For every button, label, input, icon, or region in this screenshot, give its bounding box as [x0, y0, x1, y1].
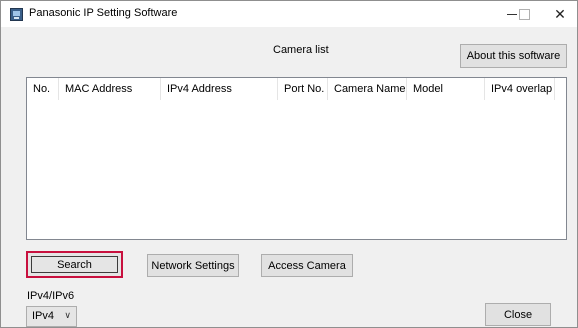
- column-header-ipv4-overlap[interactable]: IPv4 overlap: [485, 78, 555, 100]
- column-header-port-no[interactable]: Port No.: [278, 78, 328, 100]
- camera-list[interactable]: No. MAC Address IPv4 Address Port No. Ca…: [26, 77, 567, 240]
- column-header-model[interactable]: Model: [407, 78, 485, 100]
- window-title: Panasonic IP Setting Software: [29, 7, 178, 19]
- ip-mode-label: IPv4/IPv6: [27, 290, 75, 302]
- app-icon: [10, 8, 23, 21]
- column-header-camera-name[interactable]: Camera Name: [328, 78, 407, 100]
- access-camera-button[interactable]: Access Camera: [261, 254, 353, 277]
- camera-list-label: Camera list: [273, 44, 329, 56]
- maximize-button[interactable]: [506, 1, 542, 27]
- ip-mode-selected-value: IPv4: [32, 310, 55, 322]
- app-window: Panasonic IP Setting Software ✕ Camera l…: [0, 0, 578, 328]
- about-button[interactable]: About this software: [460, 44, 567, 68]
- close-icon: ✕: [554, 5, 566, 22]
- search-button[interactable]: Search: [26, 251, 123, 278]
- column-header-ipv4-address[interactable]: IPv4 Address: [161, 78, 278, 100]
- window-close-button[interactable]: ✕: [542, 1, 578, 27]
- search-button-label: Search: [31, 256, 118, 273]
- title-bar[interactable]: Panasonic IP Setting Software ✕: [1, 1, 577, 27]
- ip-mode-select[interactable]: IPv4 ∨: [26, 306, 77, 327]
- column-header-mac-address[interactable]: MAC Address: [59, 78, 161, 100]
- column-header-no[interactable]: No.: [27, 78, 59, 100]
- close-button[interactable]: Close: [485, 303, 551, 326]
- network-settings-button[interactable]: Network Settings: [147, 254, 239, 277]
- chevron-down-icon: ∨: [64, 310, 71, 320]
- maximize-icon: [518, 8, 530, 20]
